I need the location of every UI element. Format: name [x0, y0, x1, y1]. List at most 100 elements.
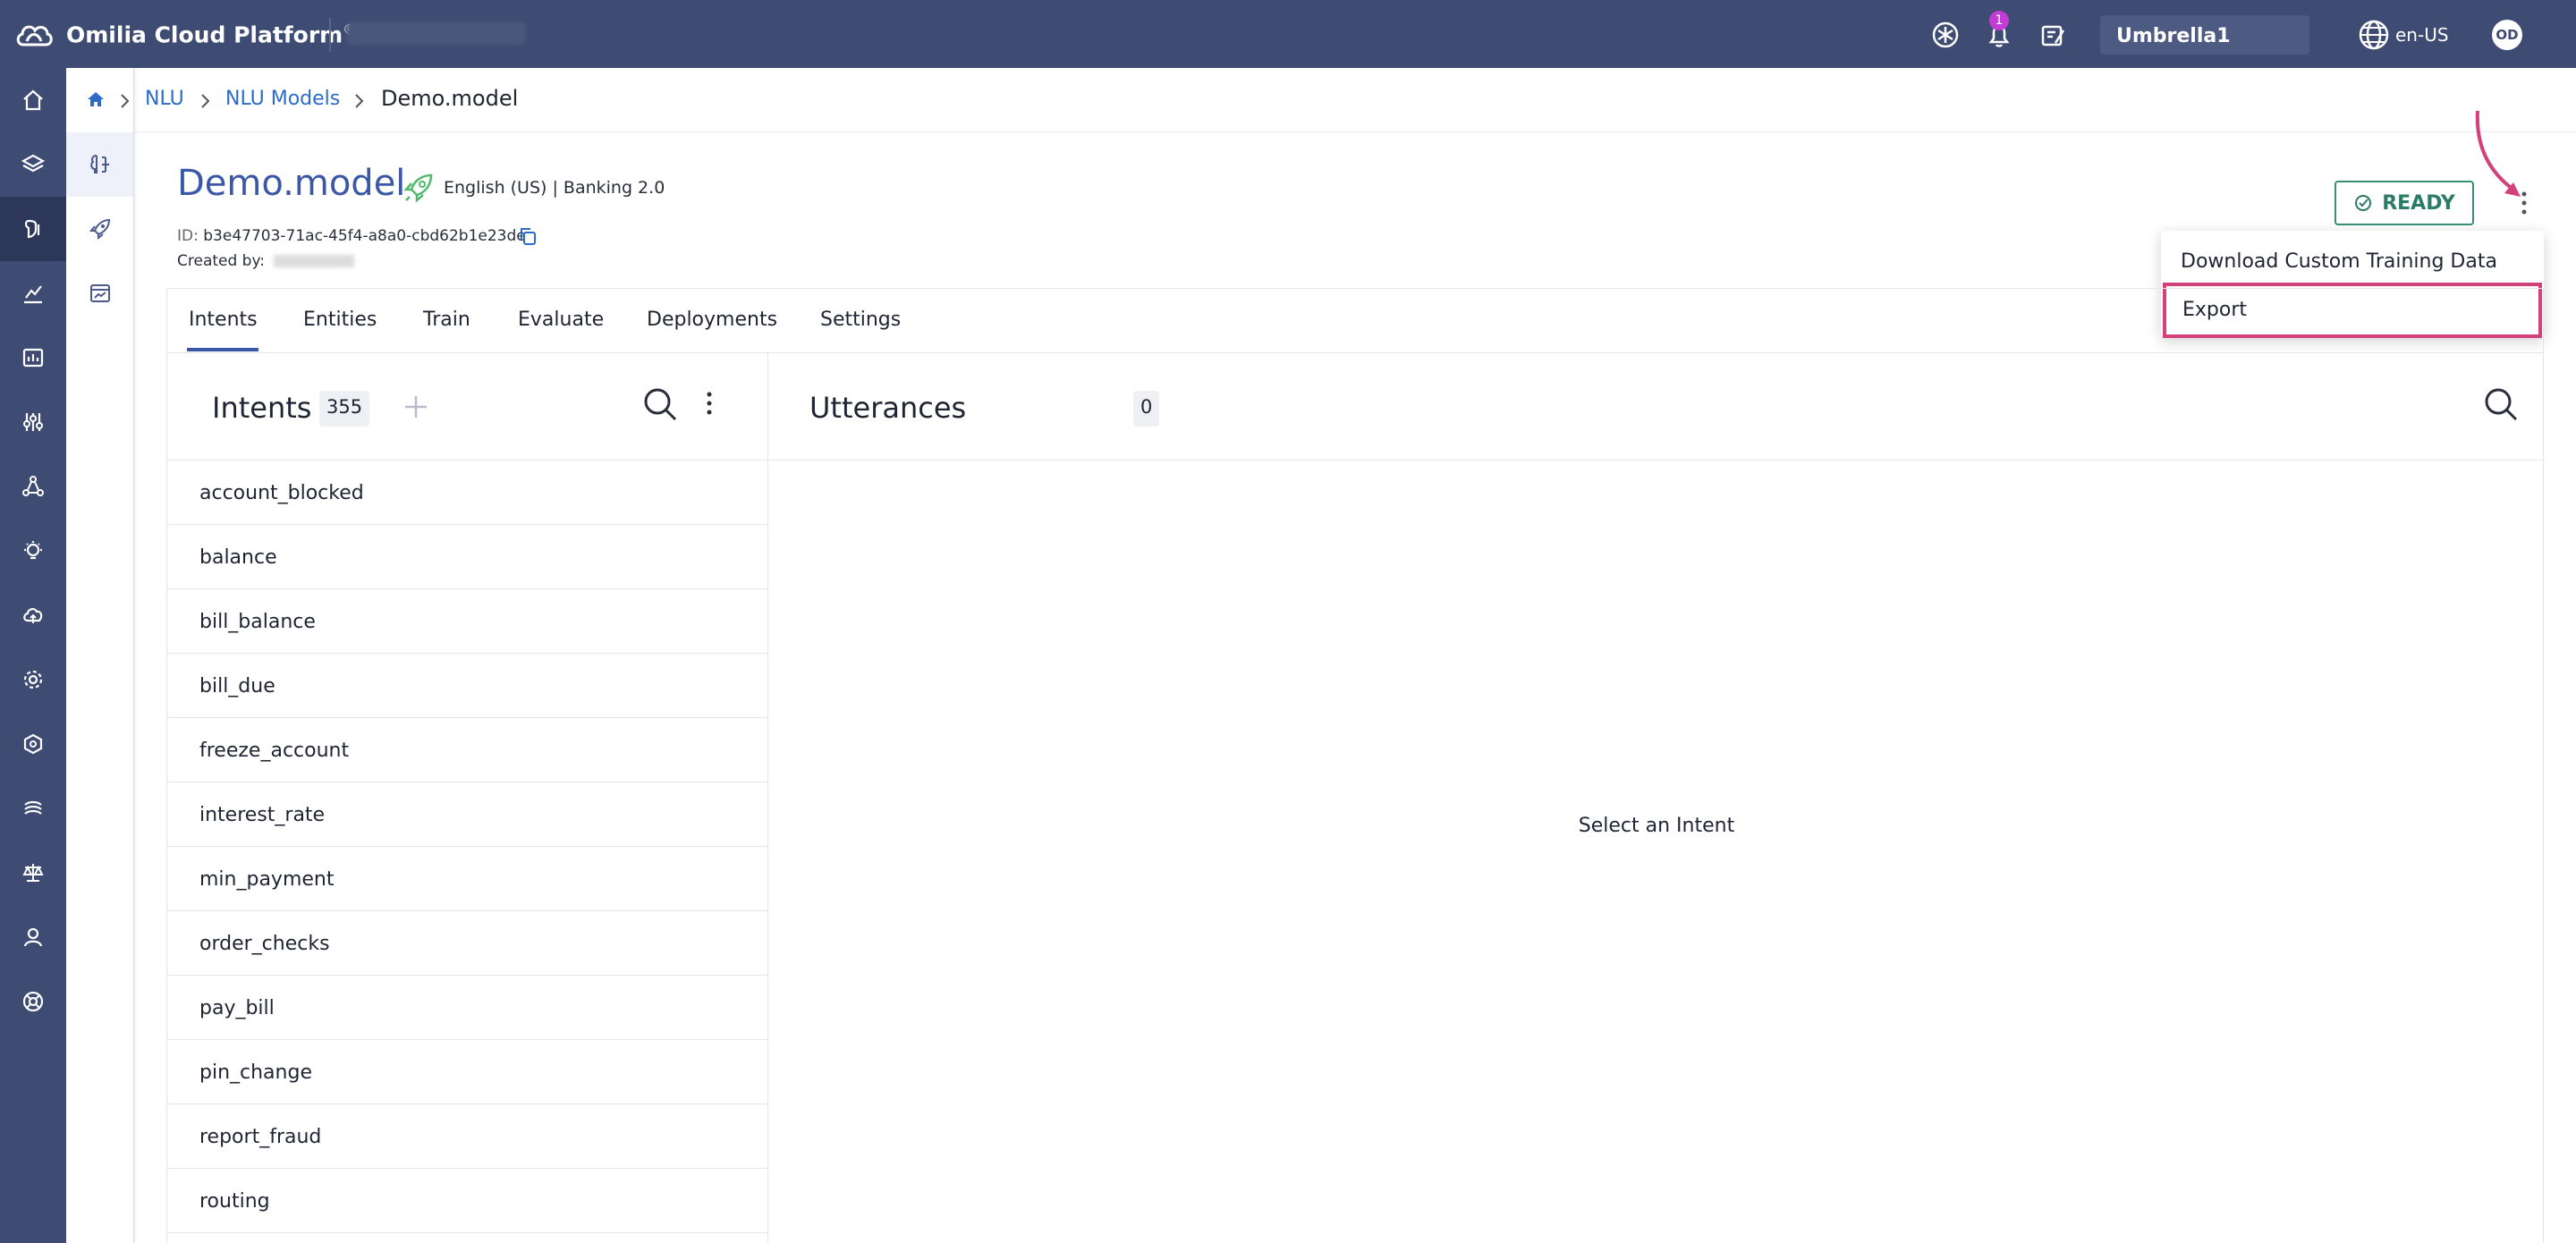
breadcrumb-nlu[interactable]: NLU [145, 88, 184, 110]
chart-edit-icon [89, 284, 110, 302]
created-by: Created by: [177, 252, 355, 270]
search-icon[interactable] [641, 385, 679, 423]
network-icon [22, 476, 44, 496]
list-item[interactable]: pin_change [167, 1040, 767, 1104]
reports-icon [22, 348, 44, 368]
nav-reports[interactable] [0, 326, 66, 390]
status-icon[interactable] [1930, 20, 1961, 50]
main-nav-rail [0, 68, 66, 1243]
subnav-reports[interactable] [66, 261, 133, 326]
menu-download-training-data[interactable]: Download Custom Training Data [2161, 240, 2544, 283]
nav-layers[interactable] [0, 132, 66, 197]
list-item[interactable]: order_checks [167, 911, 767, 976]
tab-deployments[interactable]: Deployments [647, 309, 777, 331]
nav-flows[interactable] [0, 776, 66, 841]
notification-badge: 1 [1989, 11, 2009, 30]
nlu-icon [24, 219, 40, 239]
chevron-right-icon [355, 94, 364, 108]
model-title: Demo.model [177, 163, 406, 204]
home-icon [23, 89, 43, 111]
analytics-icon [24, 285, 42, 304]
tab-intents[interactable]: Intents [189, 309, 258, 331]
model-meta: English (US) | Banking 2.0 [444, 178, 665, 198]
status-badge: READY [2334, 181, 2474, 225]
lightbulb-icon [24, 541, 42, 560]
search-icon[interactable] [2482, 385, 2520, 423]
tab-bar: Intents Entities Train Evaluate Deployme… [167, 289, 2543, 353]
breadcrumb-current: Demo.model [381, 86, 519, 111]
nav-users[interactable] [0, 905, 66, 969]
utterances-header: Utterances 0 [768, 353, 2545, 461]
language-selector[interactable]: en-US [2395, 24, 2449, 46]
model-panel: Intents Entities Train Evaluate Deployme… [166, 288, 2545, 1243]
intents-header: Intents 355 [167, 353, 767, 461]
intents-column: Intents 355 account_blocked balance bill… [167, 353, 768, 1243]
subnav-model-designer[interactable] [66, 132, 133, 197]
hexagon-icon [23, 733, 43, 755]
nav-settings[interactable] [0, 647, 66, 712]
layers-icon [21, 154, 45, 173]
list-item[interactable]: report_fraud [167, 1104, 767, 1169]
copy-icon[interactable] [517, 225, 538, 247]
nav-tuning[interactable] [0, 390, 66, 454]
user-icon [23, 927, 43, 947]
breadcrumb-nlu-models[interactable]: NLU Models [225, 88, 340, 110]
list-item[interactable]: interest_rate [167, 782, 767, 847]
intents-title: Intents [212, 391, 312, 425]
check-circle-icon [2355, 195, 2372, 211]
utterances-column: Utterances 0 Select an Intent [768, 353, 2545, 1243]
nav-cloud[interactable] [0, 583, 66, 647]
model-id: ID: b3e47703-71ac-45f4-a8a0-cbd62b1e23de [177, 227, 526, 245]
gear-icon [23, 670, 43, 689]
subnav-deployments[interactable] [66, 197, 133, 261]
nav-support[interactable] [0, 969, 66, 1034]
nav-home[interactable] [0, 68, 66, 132]
flows-icon [24, 800, 42, 815]
status-label: READY [2382, 191, 2455, 215]
topbar-divider [329, 18, 331, 52]
list-item[interactable]: pay_bill [167, 976, 767, 1040]
scale-icon [22, 864, 44, 882]
tab-settings[interactable]: Settings [820, 309, 901, 331]
brain-icon [89, 155, 109, 173]
top-bar: Omilia Cloud Platform® 1 Umbrella1 en-US… [0, 0, 2576, 68]
add-intent-icon[interactable] [402, 393, 430, 421]
utterances-count: 0 [1133, 391, 1160, 427]
lifebuoy-icon [22, 991, 44, 1012]
chevron-right-icon [201, 94, 210, 108]
notes-icon[interactable] [2038, 20, 2068, 50]
tab-train[interactable]: Train [423, 309, 470, 331]
cloud-upload-icon [23, 608, 43, 623]
list-item[interactable]: freeze_account [167, 718, 767, 782]
tab-entities[interactable]: Entities [303, 309, 377, 331]
tenant-selector[interactable]: Umbrella1 [2100, 15, 2309, 55]
nav-nlu[interactable] [0, 197, 66, 261]
globe-icon[interactable] [2358, 19, 2390, 51]
list-item[interactable]: routing [167, 1169, 767, 1233]
intent-list: account_blocked balance bill_balance bil… [167, 461, 767, 1233]
nav-analytics[interactable] [0, 261, 66, 326]
nav-compliance[interactable] [0, 841, 66, 905]
nav-network[interactable] [0, 454, 66, 519]
list-item[interactable]: min_payment [167, 847, 767, 911]
active-tab-indicator [187, 348, 258, 351]
rocket-icon [403, 173, 433, 203]
subnav-shadow [133, 68, 139, 1243]
list-item[interactable]: bill_due [167, 654, 767, 718]
list-item[interactable]: account_blocked [167, 461, 767, 525]
rocket-icon [89, 218, 110, 241]
nlu-sub-nav [66, 68, 139, 1243]
blurred-region [347, 21, 526, 45]
sliders-icon [23, 413, 43, 431]
nav-insights[interactable] [0, 519, 66, 583]
intents-options-icon[interactable] [700, 387, 718, 419]
nav-packages[interactable] [0, 712, 66, 776]
blurred-user [274, 255, 355, 267]
user-avatar[interactable]: OD [2492, 20, 2522, 50]
list-item[interactable]: balance [167, 525, 767, 589]
brand-name[interactable]: Omilia Cloud Platform® [66, 21, 356, 47]
tab-evaluate[interactable]: Evaluate [518, 309, 604, 331]
list-item[interactable]: bill_balance [167, 589, 767, 654]
annotation-arrow-icon [2475, 110, 2521, 197]
home-icon[interactable] [86, 89, 106, 109]
